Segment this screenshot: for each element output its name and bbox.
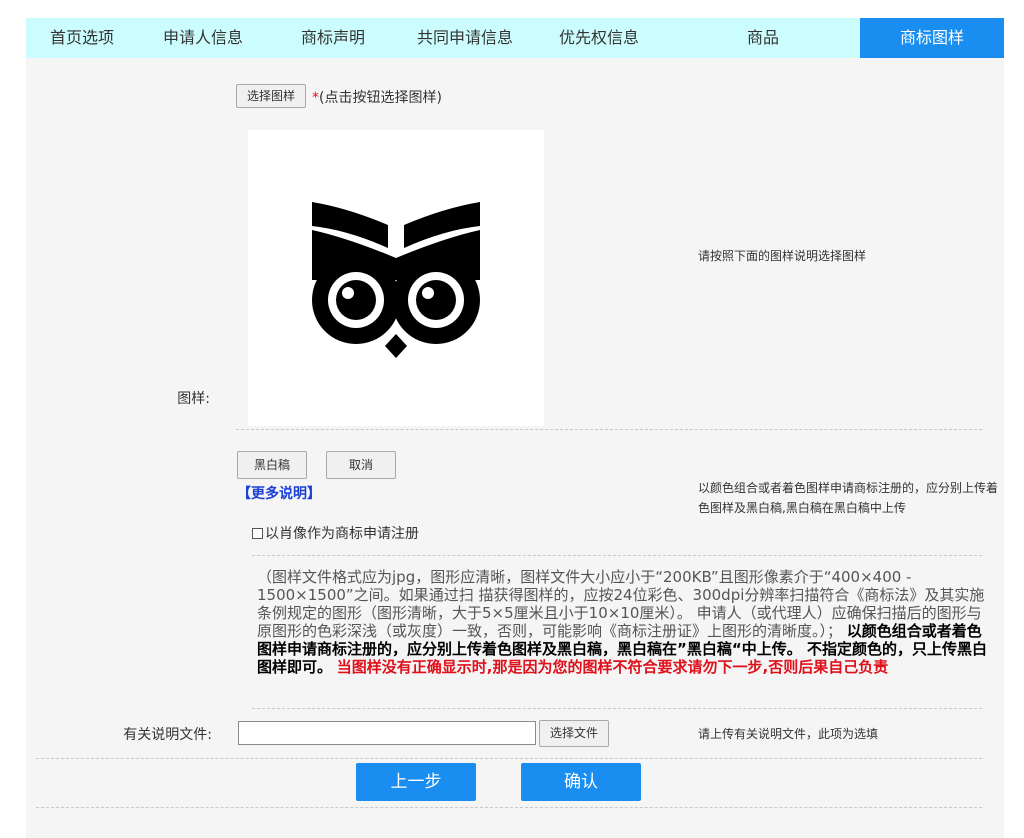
tab-joint-applicant-info[interactable]: 共同申请信息 (398, 18, 532, 58)
trademark-image-preview (248, 130, 544, 426)
select-image-button[interactable]: 选择图样 (236, 84, 306, 108)
tab-trademark-image[interactable]: 商标图样 (860, 18, 1004, 58)
divider (36, 758, 982, 759)
divider (252, 555, 982, 556)
select-image-hint-text: (点击按钮选择图样) (319, 90, 442, 106)
more-info-link[interactable]: 【更多说明】 (237, 483, 321, 503)
divider (236, 429, 982, 430)
trademark-form-page: 首页选项 申请人信息 商标声明 共同申请信息 优先权信息 商品 商标图样 选择图… (26, 18, 1004, 838)
color-image-note: 以颜色组合或者着色图样申请商标注册的，应分别上传着色图样及黑白稿,黑白稿在黑白稿… (698, 481, 999, 515)
owl-logo-icon (312, 202, 480, 358)
cancel-button[interactable]: 取消 (326, 451, 396, 479)
select-image-hint: *(点击按钮选择图样) (312, 87, 442, 107)
tab-bar: 首页选项 申请人信息 商标声明 共同申请信息 优先权信息 商品 商标图样 (26, 18, 1004, 58)
portrait-checkbox-label: 以肖像作为商标申请注册 (265, 526, 419, 542)
image-select-note: 请按照下面的图样说明选择图样 (698, 249, 867, 263)
black-white-button[interactable]: 黑白稿 (237, 451, 307, 479)
image-label: 图样: (177, 391, 210, 407)
tab-trademark-statement[interactable]: 商标声明 (268, 18, 398, 58)
display-warning: 当图样没有正确显示时,那是因为您的图样不符合要求请勿下一步,否则后果自己负责 (336, 658, 889, 676)
tab-applicant-info[interactable]: 申请人信息 (138, 18, 268, 58)
choose-file-button[interactable]: 选择文件 (539, 720, 609, 747)
image-requirements-description: （图样文件格式应为jpg，图形应清晰，图样文件大小应小于“200KB”且图形像素… (257, 568, 987, 676)
divider (252, 708, 982, 709)
portrait-checkbox-row[interactable]: 以肖像作为商标申请注册 (252, 523, 419, 543)
tab-goods[interactable]: 商品 (666, 18, 860, 58)
confirm-button[interactable]: 确认 (521, 763, 641, 801)
tab-priority-info[interactable]: 优先权信息 (532, 18, 666, 58)
previous-step-button[interactable]: 上一步 (356, 763, 476, 801)
attachment-file-input[interactable] (238, 721, 536, 745)
portrait-checkbox[interactable] (252, 527, 263, 539)
attachment-hint: 请上传有关说明文件，此项为选填 (698, 727, 879, 741)
tab-home-options[interactable]: 首页选项 (26, 18, 138, 58)
required-mark: * (312, 90, 319, 106)
attachment-label: 有关说明文件: (123, 727, 212, 743)
divider (36, 807, 982, 808)
